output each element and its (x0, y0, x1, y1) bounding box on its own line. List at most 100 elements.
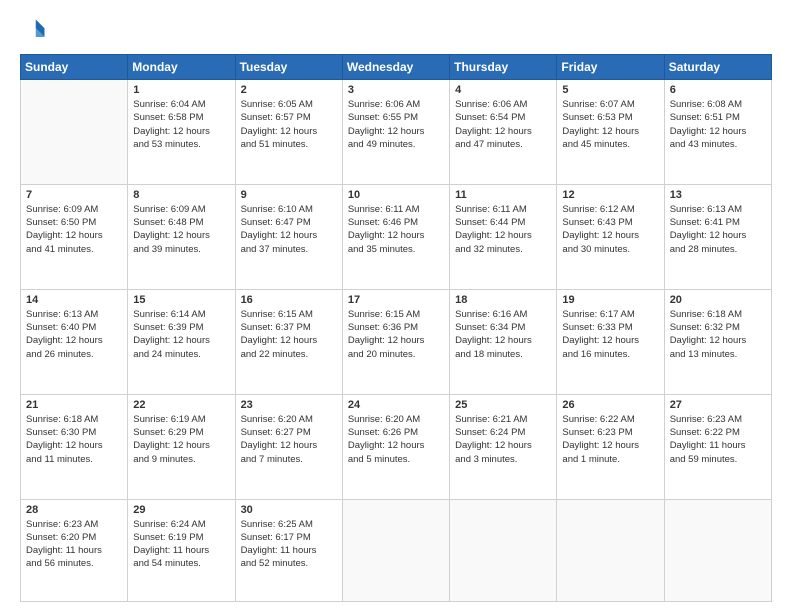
day-number: 4 (455, 84, 551, 96)
calendar-cell (557, 499, 664, 602)
cell-line: Sunrise: 6:23 AM (670, 413, 766, 426)
calendar-cell: 26Sunrise: 6:22 AMSunset: 6:23 PMDayligh… (557, 394, 664, 499)
calendar-cell: 3Sunrise: 6:06 AMSunset: 6:55 PMDaylight… (342, 80, 449, 185)
cell-line: Sunrise: 6:18 AM (26, 413, 122, 426)
day-number: 1 (133, 84, 229, 96)
cell-line: and 30 minutes. (562, 243, 658, 256)
day-number: 12 (562, 189, 658, 201)
cell-line: Sunset: 6:19 PM (133, 531, 229, 544)
cell-line: and 16 minutes. (562, 348, 658, 361)
cell-line: Daylight: 12 hours (562, 125, 658, 138)
cell-line: and 13 minutes. (670, 348, 766, 361)
calendar-cell: 29Sunrise: 6:24 AMSunset: 6:19 PMDayligh… (128, 499, 235, 602)
cell-line: and 39 minutes. (133, 243, 229, 256)
day-number: 14 (26, 294, 122, 306)
calendar-cell: 12 Sunrise: 6:12 AMSunset: 6:43 PMDayligh… (557, 184, 664, 289)
day-number: 26 (562, 399, 658, 411)
cell-line: Daylight: 12 hours (670, 229, 766, 242)
calendar-cell: 14Sunrise: 6:13 AMSunset: 6:40 PMDayligh… (21, 289, 128, 394)
calendar-cell: 4Sunrise: 6:06 AMSunset: 6:54 PMDaylight… (450, 80, 557, 185)
cell-line: Sunrise: 6:15 AM (348, 308, 444, 321)
cell-line: Daylight: 11 hours (133, 544, 229, 557)
day-number: 17 (348, 294, 444, 306)
week-row-1: 1Sunrise: 6:04 AMSunset: 6:58 PMDaylight… (21, 80, 772, 185)
calendar-cell: 11Sunrise: 6:11 AMSunset: 6:44 PMDayligh… (450, 184, 557, 289)
day-number: 30 (241, 504, 337, 516)
calendar-cell: 8Sunrise: 6:09 AMSunset: 6:48 PMDaylight… (128, 184, 235, 289)
week-row-5: 28Sunrise: 6:23 AMSunset: 6:20 PMDayligh… (21, 499, 772, 602)
calendar-cell: 27Sunrise: 6:23 AMSunset: 6:22 PMDayligh… (664, 394, 771, 499)
calendar-cell: 13Sunrise: 6:13 AMSunset: 6:41 PMDayligh… (664, 184, 771, 289)
cell-line: Daylight: 12 hours (348, 125, 444, 138)
cell-line: Sunrise: 6:07 AM (562, 98, 658, 111)
cell-line: and 41 minutes. (26, 243, 122, 256)
cell-line: Sunset: 6:30 PM (26, 426, 122, 439)
day-number: 18 (455, 294, 551, 306)
cell-line: Sunrise: 6:19 AM (133, 413, 229, 426)
week-row-2: 7Sunrise: 6:09 AMSunset: 6:50 PMDaylight… (21, 184, 772, 289)
cell-line: Sunrise: 6:14 AM (133, 308, 229, 321)
day-number: 11 (455, 189, 551, 201)
day-number: 7 (26, 189, 122, 201)
day-number: 15 (133, 294, 229, 306)
day-number: 24 (348, 399, 444, 411)
cell-line: Sunrise: 6:16 AM (455, 308, 551, 321)
cell-line: Sunset: 6:23 PM (562, 426, 658, 439)
days-header-row: SundayMondayTuesdayWednesdayThursdayFrid… (21, 55, 772, 80)
cell-line: and 5 minutes. (348, 453, 444, 466)
cell-line: Sunset: 6:29 PM (133, 426, 229, 439)
cell-line: and 28 minutes. (670, 243, 766, 256)
cell-line: Sunset: 6:32 PM (670, 321, 766, 334)
cell-line: Sunset: 6:51 PM (670, 111, 766, 124)
cell-line: and 56 minutes. (26, 557, 122, 570)
cell-line: Sunset: 6:43 PM (562, 216, 658, 229)
cell-line: Sunrise: 6:04 AM (133, 98, 229, 111)
day-number: 16 (241, 294, 337, 306)
cell-line: Daylight: 12 hours (455, 439, 551, 452)
calendar-cell: 17Sunrise: 6:15 AMSunset: 6:36 PMDayligh… (342, 289, 449, 394)
cell-line: Daylight: 12 hours (562, 439, 658, 452)
cell-line: Sunset: 6:34 PM (455, 321, 551, 334)
cell-line: Daylight: 12 hours (241, 334, 337, 347)
cell-line: and 49 minutes. (348, 138, 444, 151)
calendar-cell: 22 Sunrise: 6:19 AMSunset: 6:29 PMDayligh… (128, 394, 235, 499)
cell-line: Daylight: 12 hours (26, 334, 122, 347)
day-header-wednesday: Wednesday (342, 55, 449, 80)
cell-line: and 1 minute. (562, 453, 658, 466)
cell-line: Daylight: 12 hours (562, 229, 658, 242)
day-number: 3 (348, 84, 444, 96)
week-row-4: 21 Sunrise: 6:18 AMSunset: 6:30 PM Dayligh… (21, 394, 772, 499)
cell-line: and 52 minutes. (241, 557, 337, 570)
calendar-cell (664, 499, 771, 602)
calendar-cell: 7Sunrise: 6:09 AMSunset: 6:50 PMDaylight… (21, 184, 128, 289)
day-header-friday: Friday (557, 55, 664, 80)
cell-line: Sunrise: 6:09 AM (26, 203, 122, 216)
cell-line: Sunrise: 6:08 AM (670, 98, 766, 111)
cell-line: Daylight: 12 hours (133, 334, 229, 347)
cell-line: Sunset: 6:27 PM (241, 426, 337, 439)
cell-line: Daylight: 12 hours (562, 334, 658, 347)
cell-line: Sunrise: 6:12 AM (562, 203, 658, 216)
day-number: 2 (241, 84, 337, 96)
day-number: 21 (26, 399, 122, 411)
day-number: 23 (241, 399, 337, 411)
cell-line: Daylight: 12 hours (670, 334, 766, 347)
cell-line: and 18 minutes. (455, 348, 551, 361)
cell-line: Daylight: 12 hours (133, 439, 229, 452)
cell-line: Daylight: 12 hours (455, 229, 551, 242)
calendar-cell: 19Sunrise: 6:17 AMSunset: 6:33 PMDayligh… (557, 289, 664, 394)
cell-line: Sunrise: 6:21 AM (455, 413, 551, 426)
cell-line: Daylight: 12 hours (133, 125, 229, 138)
cell-line: Sunset: 6:33 PM (562, 321, 658, 334)
cell-line: Sunrise: 6:10 AM (241, 203, 337, 216)
day-number: 20 (670, 294, 766, 306)
day-number: 13 (670, 189, 766, 201)
cell-line: and 45 minutes. (562, 138, 658, 151)
day-number: 22 (133, 399, 229, 411)
cell-line: Daylight: 12 hours (241, 229, 337, 242)
cell-line: Sunset: 6:26 PM (348, 426, 444, 439)
cell-line: and 22 minutes. (241, 348, 337, 361)
calendar-cell (450, 499, 557, 602)
day-number: 6 (670, 84, 766, 96)
calendar-cell: 16Sunrise: 6:15 AMSunset: 6:37 PMDayligh… (235, 289, 342, 394)
